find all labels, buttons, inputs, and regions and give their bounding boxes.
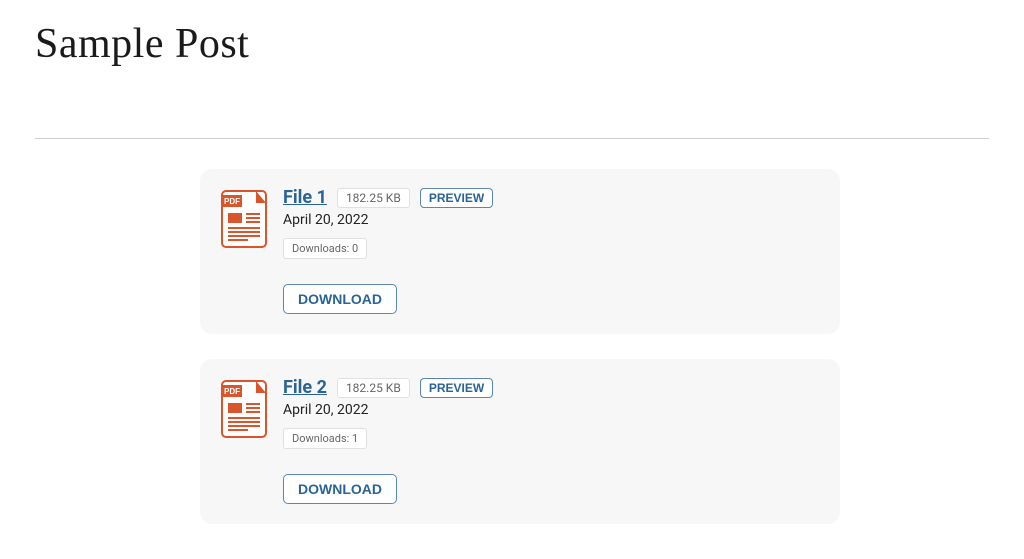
file-name-link[interactable]: File 1	[283, 187, 327, 208]
file-content: File 1 182.25 KB PREVIEW April 20, 2022 …	[283, 187, 493, 314]
svg-text:PDF: PDF	[224, 387, 240, 396]
svg-text:PDF: PDF	[224, 197, 240, 206]
file-content: File 2 182.25 KB PREVIEW April 20, 2022 …	[283, 377, 493, 504]
file-card: PDF File 2 182.25 KB PREVIEW April 20, 2…	[200, 359, 840, 524]
downloads-badge: Downloads: 1	[283, 428, 367, 449]
preview-button[interactable]: PREVIEW	[420, 378, 493, 398]
file-date: April 20, 2022	[283, 402, 368, 418]
divider	[35, 138, 989, 139]
downloads-prefix: Downloads:	[292, 432, 352, 445]
preview-button[interactable]: PREVIEW	[420, 188, 493, 208]
downloads-count: 1	[352, 432, 358, 445]
pdf-icon: PDF	[220, 379, 268, 439]
file-size-badge: 182.25 KB	[337, 378, 410, 398]
download-button[interactable]: DOWNLOAD	[283, 474, 397, 504]
file-title-row: File 1 182.25 KB PREVIEW	[283, 187, 493, 208]
file-size-badge: 182.25 KB	[337, 188, 410, 208]
downloads-prefix: Downloads:	[292, 242, 352, 255]
file-card: PDF File 1 182.25 KB PREVIEW April 20, 2…	[200, 169, 840, 334]
file-name-link[interactable]: File 2	[283, 377, 327, 398]
page-title: Sample Post	[35, 20, 1024, 68]
file-date: April 20, 2022	[283, 212, 368, 228]
pdf-icon: PDF	[220, 189, 268, 249]
file-list: PDF File 1 182.25 KB PREVIEW April 20, 2…	[0, 169, 1024, 524]
downloads-count: 0	[352, 242, 358, 255]
download-button[interactable]: DOWNLOAD	[283, 284, 397, 314]
file-title-row: File 2 182.25 KB PREVIEW	[283, 377, 493, 398]
downloads-badge: Downloads: 0	[283, 238, 367, 259]
